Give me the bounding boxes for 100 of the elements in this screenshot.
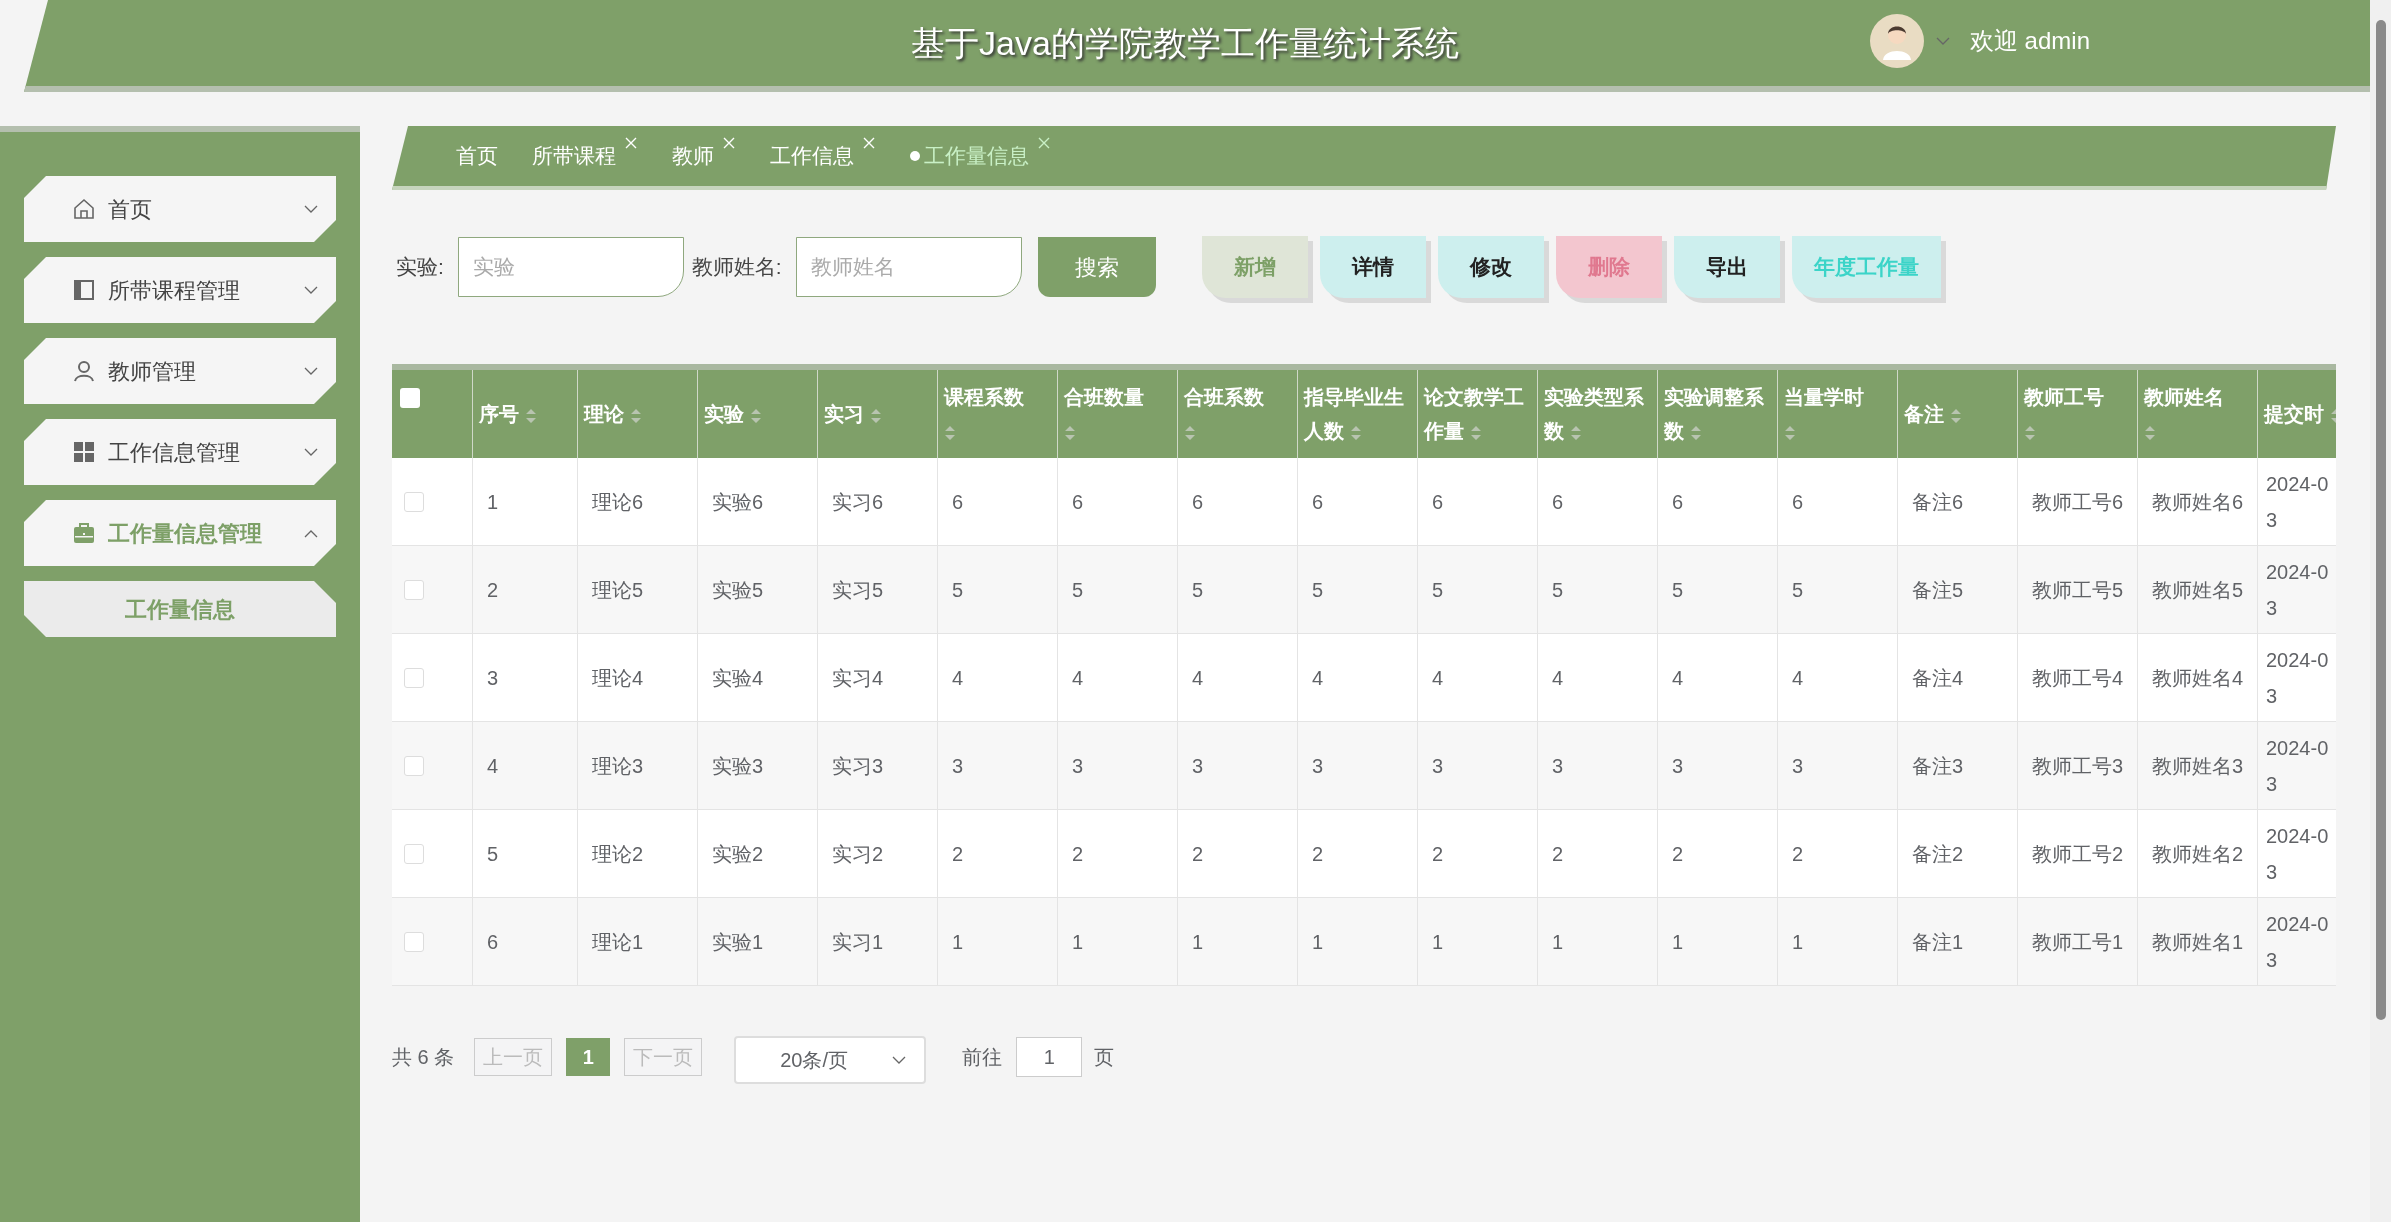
table-cell-text: 5 (1312, 577, 1324, 603)
table-cell-text: 4 (487, 753, 499, 779)
sort-icon[interactable] (749, 407, 762, 424)
table-cell-text: 6 (1552, 489, 1564, 515)
table-cell-text: 6 (952, 489, 964, 515)
close-icon[interactable] (1037, 136, 1051, 151)
scrollbar[interactable] (2370, 0, 2391, 1222)
nav-tab[interactable]: 教师 (672, 140, 736, 172)
table-cell-text: 教师姓名1 (2152, 929, 2244, 955)
table-cell-text: 2 (952, 841, 964, 867)
table-cell-text: 理论5 (592, 577, 644, 603)
row-checkbox[interactable] (404, 579, 424, 600)
close-icon[interactable] (624, 136, 638, 151)
table-cell-text: 5 (1072, 577, 1084, 603)
chevron-icon (304, 447, 318, 457)
table-cell-text: 4 (1192, 665, 1204, 691)
sort-icon[interactable] (869, 407, 882, 424)
table-cell-text: 备注6 (1912, 489, 1964, 515)
table-cell-text: 6 (1072, 489, 1084, 515)
row-checkbox[interactable] (404, 843, 424, 864)
chevron-icon (1935, 36, 1950, 46)
row-checkbox[interactable] (404, 667, 424, 688)
table-cell-text: 3 (487, 665, 499, 691)
row-checkbox[interactable] (404, 491, 424, 512)
sort-icon[interactable] (2024, 424, 2036, 441)
table-cell-text: 1 (1552, 929, 1564, 955)
sidebar-menu-item[interactable]: 教师管理 (24, 338, 336, 404)
search-button[interactable]: 搜索 (1037, 237, 1156, 297)
table-cell-text: 4 (1792, 665, 1804, 691)
user-icon (72, 359, 96, 383)
table-cell-text: 教师姓名4 (2152, 665, 2244, 691)
table-cell-text: 备注5 (1912, 577, 1964, 603)
select-all-checkbox[interactable] (400, 388, 420, 408)
close-icon[interactable] (722, 136, 736, 151)
home-icon (72, 197, 96, 221)
table-cell-text: 2 (1432, 841, 1444, 867)
page-suffix: 页 (1094, 1045, 1115, 1070)
table-cell-text: 3 (1072, 753, 1084, 779)
table-cell-text: 2 (1312, 841, 1324, 867)
sidebar-menu-item[interactable]: 首页 (24, 176, 336, 242)
sort-icon[interactable] (1184, 424, 1196, 441)
table-cell-text: 理论3 (592, 753, 644, 779)
table-cell-text: 6 (1432, 489, 1444, 515)
page-number-button[interactable]: 1 (566, 1038, 611, 1076)
table-cell-text: 1 (1312, 929, 1324, 955)
table-cell-text: 实习1 (832, 929, 884, 955)
table-cell-text: 1 (487, 489, 499, 515)
sort-icon[interactable] (1689, 424, 1702, 441)
row-checkbox[interactable] (404, 755, 424, 776)
nav-tab[interactable]: 所带课程 (532, 140, 638, 172)
table-cell-text: 备注1 (1912, 929, 1964, 955)
chevron-icon (304, 285, 318, 295)
sidebar-menu-item[interactable]: 工作信息管理 (24, 419, 336, 485)
sort-icon[interactable] (1949, 407, 1962, 424)
sort-icon[interactable] (524, 407, 537, 424)
table-cell-text: 理论4 (592, 665, 644, 691)
search-field[interactable]: 教师姓名 (795, 237, 1022, 297)
prev-page-button[interactable]: 上一页 (474, 1038, 553, 1076)
table-cell-text: 2 (1792, 841, 1804, 867)
search-field[interactable]: 实验 (457, 237, 684, 297)
table-cell-text: 3 (1672, 753, 1684, 779)
avatar[interactable] (1869, 14, 1924, 68)
next-page-button[interactable]: 下一页 (624, 1038, 703, 1076)
app-title: 基于Java的学院教学工作量统计系统 (911, 22, 1459, 64)
table-cell-text: 5 (1432, 577, 1444, 603)
table-cell-text: 实验4 (712, 665, 764, 691)
sidebar-menu-item[interactable]: 工作量信息管理 (24, 500, 336, 566)
table-cell-text: 2 (487, 577, 499, 603)
sort-icon[interactable] (1784, 424, 1796, 441)
table-cell-text: 4 (1432, 665, 1444, 691)
table-cell-text: 5 (487, 841, 499, 867)
nav-tab[interactable]: 首页 (456, 140, 498, 172)
total-count: 共 6 条 (392, 1045, 455, 1070)
sort-icon[interactable] (944, 424, 956, 441)
sidebar-submenu-item[interactable]: 工作量信息 (24, 581, 336, 637)
nav-tab[interactable]: 工作量信息 (910, 140, 1051, 172)
page-size-select[interactable]: 20条/页 (734, 1036, 927, 1084)
row-checkbox[interactable] (404, 931, 424, 952)
table-cell-text: 实习5 (832, 577, 884, 603)
nav-tab[interactable]: 工作信息 (770, 140, 876, 172)
table-cell-text: 2 (1672, 841, 1684, 867)
table-cell-text: 2 (1552, 841, 1564, 867)
page-input[interactable]: 1 (1016, 1037, 1083, 1077)
close-icon[interactable] (862, 136, 876, 151)
sidebar-menu-item[interactable]: 所带课程管理 (24, 257, 336, 323)
welcome-text: 欢迎 admin (1969, 26, 2090, 56)
sort-icon[interactable] (629, 407, 642, 424)
table-cell-text: 教师姓名5 (2152, 577, 2244, 603)
table-cell-text: 实习2 (832, 841, 884, 867)
sort-icon[interactable] (1064, 424, 1076, 441)
sort-icon[interactable] (1569, 424, 1582, 441)
table-cell-text: 1 (1432, 929, 1444, 955)
sort-icon[interactable] (1349, 424, 1362, 441)
table-cell-text: 1 (1672, 929, 1684, 955)
table-cell-text: 4 (952, 665, 964, 691)
sort-icon[interactable] (1469, 424, 1482, 441)
field-label: 教师姓名: (691, 254, 782, 281)
table-cell-text: 3 (952, 753, 964, 779)
table-cell-text: 2 (1072, 841, 1084, 867)
sort-icon[interactable] (2144, 424, 2156, 441)
